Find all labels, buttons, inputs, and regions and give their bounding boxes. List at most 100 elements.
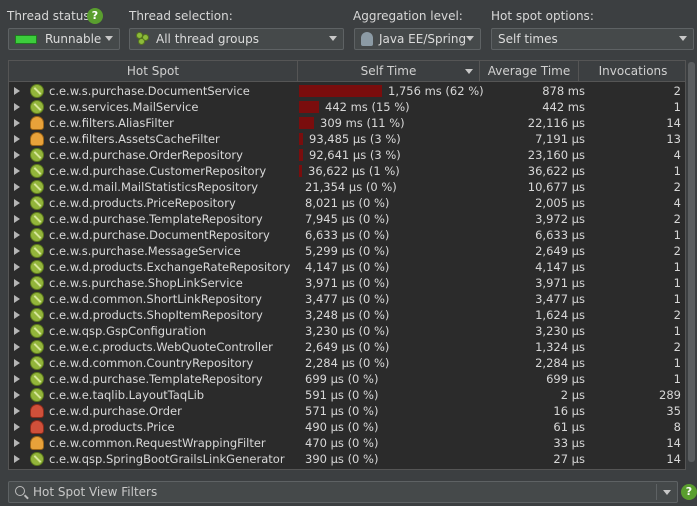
- expand-arrow-icon[interactable]: [14, 135, 20, 143]
- hot-spot-name: c.e.w.d.purchase.DocumentRepository: [49, 228, 270, 242]
- table-row[interactable]: c.e.w.d.common.CountryRepository 2,284 µs…: [9, 355, 685, 371]
- table-row[interactable]: c.e.w.e.taqlib.LayoutTaqLib 591 µs (0 %) 2…: [9, 387, 685, 403]
- chevron-down-icon[interactable]: [663, 490, 671, 495]
- filter-help-icon[interactable]: ?: [681, 484, 697, 500]
- expand-arrow-icon[interactable]: [14, 439, 20, 447]
- invocations-value: 4: [673, 196, 681, 210]
- hot-spot-name: c.e.w.filters.AliasFilter: [49, 116, 174, 130]
- self-time-bar: [299, 149, 303, 161]
- table-row[interactable]: c.e.w.d.purchase.Order 571 µs (0 %) 16 µs 3…: [9, 403, 685, 419]
- expand-arrow-icon[interactable]: [14, 375, 20, 383]
- expand-arrow-icon[interactable]: [14, 423, 20, 431]
- thread-status-combo[interactable]: Runnable: [8, 28, 120, 50]
- expand-arrow-icon[interactable]: [14, 151, 20, 159]
- self-time-value: 7,945 µs (0 %): [305, 212, 390, 226]
- hotspot-options-value: Self times: [498, 32, 558, 46]
- column-header-hot-spot[interactable]: Hot Spot: [9, 61, 298, 82]
- expand-arrow-icon[interactable]: [14, 311, 20, 319]
- column-header-self-time[interactable]: Self Time: [298, 61, 480, 82]
- invocations-value: 1: [673, 164, 681, 178]
- table-row[interactable]: c.e.w.e.c.products.WebQuoteController 2,6…: [9, 339, 685, 355]
- hotspot-options-combo[interactable]: Self times: [491, 28, 694, 50]
- table-row[interactable]: c.e.w.filters.AssetsCacheFilter 93,485 µs…: [9, 131, 685, 147]
- self-time-bar: [299, 133, 303, 145]
- green-bean-icon: [30, 356, 44, 370]
- table-row[interactable]: c.e.w.d.purchase.CustomerRepository 36,62…: [9, 163, 685, 179]
- average-time-value: 3,230 µs: [535, 324, 585, 338]
- column-header-invocations[interactable]: Invocations: [579, 61, 685, 82]
- table-body: c.e.w.s.purchase.DocumentService 1,756 ms…: [9, 83, 685, 467]
- expand-arrow-icon[interactable]: [14, 199, 20, 207]
- thread-selection-label: Thread selection:: [129, 9, 233, 23]
- table-row[interactable]: c.e.w.s.purchase.ShopLinkService 3,971 µs…: [9, 275, 685, 291]
- table-row[interactable]: c.e.w.d.purchase.DocumentRepository 6,633…: [9, 227, 685, 243]
- self-time-value: 699 µs (0 %): [305, 372, 379, 386]
- average-time-value: 36,622 µs: [527, 164, 585, 178]
- expand-arrow-icon[interactable]: [14, 183, 20, 191]
- vertical-scrollbar[interactable]: [686, 60, 697, 470]
- expand-arrow-icon[interactable]: [14, 455, 20, 463]
- table-row[interactable]: c.e.w.qsp.GspConfiguration 3,230 µs (0 %)…: [9, 323, 685, 339]
- column-header-average-time[interactable]: Average Time: [480, 61, 579, 82]
- table-row[interactable]: c.e.w.d.products.ExchangeRateRepository 4…: [9, 259, 685, 275]
- expand-arrow-icon[interactable]: [14, 119, 20, 127]
- table-row[interactable]: c.e.w.d.products.PriceRepository 8,021 µs…: [9, 195, 685, 211]
- expand-arrow-icon[interactable]: [14, 343, 20, 351]
- thread-selection-combo[interactable]: All thread groups: [129, 28, 344, 50]
- invocations-value: 2: [673, 244, 681, 258]
- scrollbar-thumb[interactable]: [688, 62, 695, 462]
- green-bean-icon: [30, 228, 44, 242]
- average-time-value: 699 µs: [546, 372, 585, 386]
- table-row[interactable]: c.e.w.d.products.ShopItemRepository 3,248…: [9, 307, 685, 323]
- hot-spot-name: c.e.w.d.purchase.CustomerRepository: [49, 164, 267, 178]
- self-time-value: 3,248 µs (0 %): [305, 308, 390, 322]
- self-time-value: 442 ms (15 %): [325, 100, 410, 114]
- table-row[interactable]: c.e.w.d.purchase.TemplateRepository 699 µ…: [9, 371, 685, 387]
- table-row[interactable]: c.e.w.d.purchase.TemplateRepository 7,945…: [9, 211, 685, 227]
- expand-arrow-icon[interactable]: [14, 231, 20, 239]
- table-row[interactable]: c.e.w.s.purchase.DocumentService 1,756 ms…: [9, 83, 685, 99]
- expand-arrow-icon[interactable]: [14, 359, 20, 367]
- table-row[interactable]: c.e.w.common.RequestWrappingFilter 470 µs…: [9, 435, 685, 451]
- runnable-icon: [15, 34, 37, 44]
- expand-arrow-icon[interactable]: [14, 295, 20, 303]
- table-row[interactable]: c.e.w.s.purchase.MessageService 5,299 µs …: [9, 243, 685, 259]
- invocations-value: 14: [666, 452, 681, 466]
- expand-arrow-icon[interactable]: [14, 87, 20, 95]
- table-row[interactable]: c.e.w.services.MailService 442 ms (15 %) 4…: [9, 99, 685, 115]
- invocations-value: 1: [673, 260, 681, 274]
- self-time-value: 490 µs (0 %): [305, 420, 379, 434]
- table-row[interactable]: c.e.w.d.products.Price 490 µs (0 %) 61 µs 8: [9, 419, 685, 435]
- green-bean-icon: [30, 84, 44, 98]
- table-row[interactable]: c.e.w.filters.AliasFilter 309 ms (11 %) 22…: [9, 115, 685, 131]
- expand-arrow-icon[interactable]: [14, 247, 20, 255]
- table-row[interactable]: c.e.w.d.purchase.OrderRepository 92,641 µ…: [9, 147, 685, 163]
- invocations-value: 8: [673, 420, 681, 434]
- expand-arrow-icon[interactable]: [14, 279, 20, 287]
- expand-arrow-icon[interactable]: [14, 407, 20, 415]
- hotspot-filter-combo[interactable]: Hot Spot View Filters: [8, 481, 678, 503]
- average-time-value: 22,116 µs: [527, 116, 585, 130]
- expand-arrow-icon[interactable]: [14, 215, 20, 223]
- expand-arrow-icon[interactable]: [14, 391, 20, 399]
- invocations-value: 1: [673, 324, 681, 338]
- table-row[interactable]: c.e.w.d.common.ShortLinkRepository 3,477 …: [9, 291, 685, 307]
- hot-spot-name: c.e.w.qsp.SpringBootGrailsLinkGenerator: [49, 452, 285, 466]
- hot-spot-name: c.e.w.e.c.products.WebQuoteController: [49, 340, 273, 354]
- table-row[interactable]: c.e.w.d.mail.MailStatisticsRepository 21,…: [9, 179, 685, 195]
- average-time-value: 2,005 µs: [535, 196, 585, 210]
- self-time-value: 571 µs (0 %): [305, 404, 379, 418]
- invocations-value: 2: [673, 180, 681, 194]
- aggregation-level-combo[interactable]: Java EE/Spring: [354, 28, 481, 50]
- help-icon[interactable]: ?: [87, 8, 103, 24]
- average-time-value: 1,324 µs: [535, 340, 585, 354]
- expand-arrow-icon[interactable]: [14, 327, 20, 335]
- expand-arrow-icon[interactable]: [14, 263, 20, 271]
- hot-spot-name: c.e.w.d.purchase.OrderRepository: [49, 148, 243, 162]
- expand-arrow-icon[interactable]: [14, 103, 20, 111]
- table-row[interactable]: c.e.w.qsp.SpringBootGrailsLinkGenerator 3…: [9, 451, 685, 467]
- expand-arrow-icon[interactable]: [14, 167, 20, 175]
- average-time-value: 16 µs: [553, 404, 585, 418]
- self-time-value: 5,299 µs (0 %): [305, 244, 390, 258]
- green-bean-icon: [30, 196, 44, 210]
